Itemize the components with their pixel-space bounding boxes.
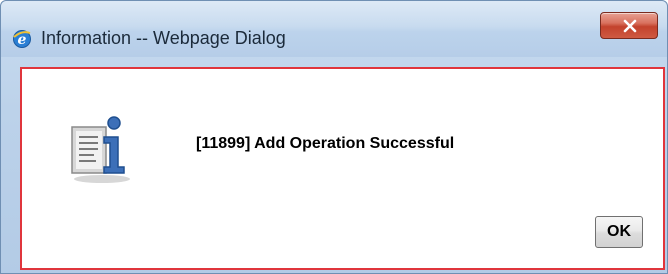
dialog-content: [11899] Add Operation Successful OK — [20, 67, 665, 270]
internet-explorer-icon: e — [12, 29, 32, 49]
dialog-message: [11899] Add Operation Successful — [196, 135, 455, 152]
title-bar[interactable]: e Information -- Webpage Dialog — [1, 1, 667, 57]
ok-button[interactable]: OK — [595, 216, 643, 248]
close-icon — [623, 19, 637, 33]
dialog-window: e Information -- Webpage Dialog [11899] … — [0, 0, 668, 274]
close-button[interactable] — [600, 12, 658, 39]
window-title: Information -- Webpage Dialog — [41, 28, 286, 48]
information-icon — [64, 109, 144, 189]
